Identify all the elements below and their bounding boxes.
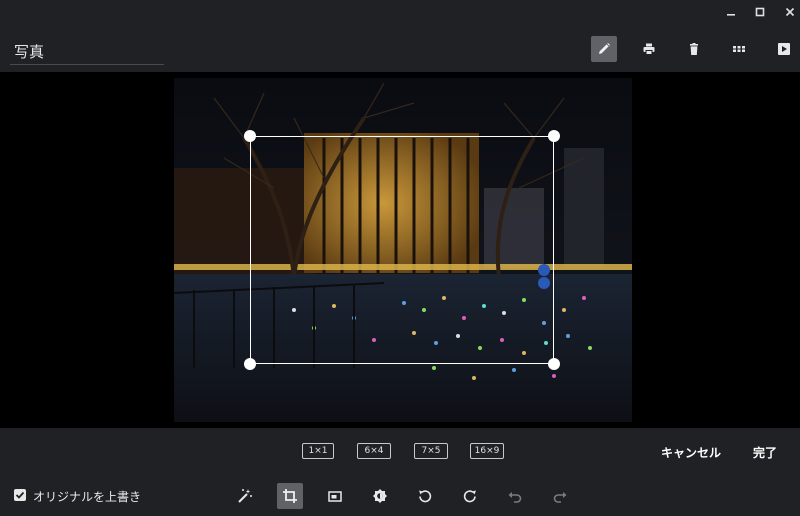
- auto-fix-button[interactable]: [232, 483, 258, 509]
- crop-handle-bottom-left[interactable]: [244, 358, 256, 370]
- aspect-ratio-icon: [328, 491, 342, 502]
- aspect-7x5-button[interactable]: 7×5: [414, 443, 448, 459]
- overwrite-label: オリジナルを上書き: [33, 490, 142, 504]
- done-button[interactable]: 完了: [753, 444, 777, 461]
- minimize-button[interactable]: [717, 2, 745, 22]
- aspect-ratio-button[interactable]: [322, 483, 348, 509]
- close-icon: [785, 7, 795, 17]
- photo-stage: [0, 72, 800, 428]
- rotate-right-button[interactable]: [457, 483, 483, 509]
- crop-handle-top-left[interactable]: [244, 130, 256, 142]
- app-title: 写真: [14, 43, 45, 61]
- title-divider: [10, 64, 164, 65]
- undo-button[interactable]: [502, 483, 528, 509]
- crop-button[interactable]: [277, 483, 303, 509]
- close-button[interactable]: [776, 2, 800, 22]
- redo-button[interactable]: [547, 483, 573, 509]
- grid-view-icon: [733, 46, 745, 52]
- edit-button[interactable]: [591, 36, 617, 62]
- auto-fix-wand-icon: [238, 489, 252, 503]
- edit-pencil-icon: [599, 43, 610, 54]
- rotate-right-icon: [463, 490, 476, 503]
- slideshow-play-icon: [778, 43, 790, 55]
- window-titlebar: [0, 0, 800, 24]
- delete-trash-icon: [690, 43, 698, 55]
- crop-options-bar: 1×1 6×4 7×5 16×9 キャンセル 完了: [0, 428, 800, 474]
- crop-handle-top-right[interactable]: [548, 130, 560, 142]
- maximize-icon: [755, 7, 765, 17]
- brightness-button[interactable]: [367, 483, 393, 509]
- delete-button[interactable]: [681, 36, 707, 62]
- aspect-1x1-button[interactable]: 1×1: [302, 443, 334, 459]
- checkmark-icon: [15, 491, 25, 499]
- rotate-left-icon: [419, 490, 432, 503]
- app-header: 写真: [0, 24, 800, 72]
- aspect-16x9-button[interactable]: 16×9: [470, 443, 504, 459]
- redo-icon: [553, 492, 567, 503]
- crop-frame[interactable]: [250, 136, 554, 364]
- cancel-button[interactable]: キャンセル: [661, 444, 721, 461]
- maximize-button[interactable]: [746, 2, 774, 22]
- crop-icon: [283, 489, 297, 503]
- rotate-left-button[interactable]: [412, 483, 438, 509]
- overwrite-checkbox[interactable]: [14, 489, 26, 501]
- aspect-6x4-button[interactable]: 6×4: [357, 443, 391, 459]
- crop-handle-bottom-right[interactable]: [548, 358, 560, 370]
- brightness-icon: [373, 489, 387, 503]
- print-button[interactable]: [636, 36, 662, 62]
- slideshow-button[interactable]: [771, 36, 797, 62]
- print-icon: [643, 43, 655, 55]
- minimize-icon: [727, 14, 735, 16]
- edit-toolbar: オリジナルを上書き: [0, 474, 800, 516]
- undo-icon: [508, 492, 522, 503]
- gallery-grid-button[interactable]: [726, 36, 752, 62]
